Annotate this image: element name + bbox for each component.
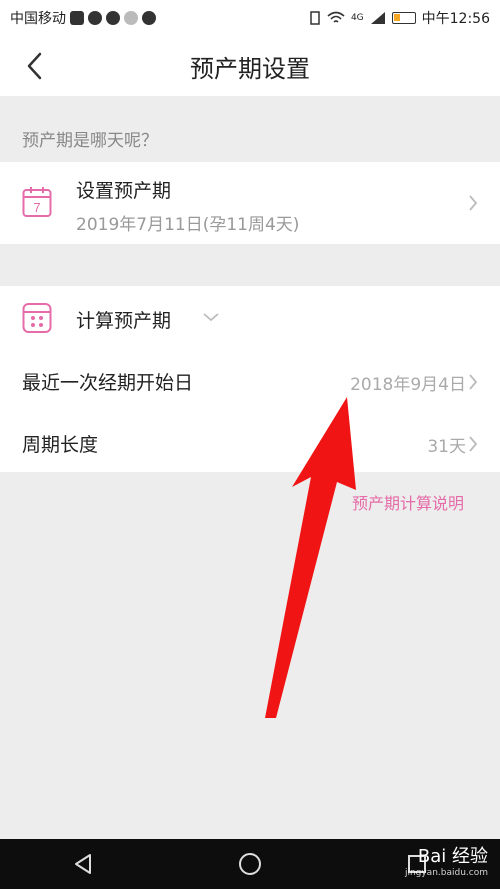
svg-text:7: 7 bbox=[33, 200, 40, 215]
nav-bar: 预产期设置 bbox=[0, 36, 500, 96]
chat-notification-icon bbox=[106, 11, 120, 25]
vibrate-icon bbox=[310, 11, 320, 25]
calculate-due-date-toggle[interactable]: 计算预产期 bbox=[0, 286, 500, 350]
status-bar: 中国移动 4G 中午12:56 bbox=[0, 0, 500, 36]
watermark-brand: Bai 经验 bbox=[417, 846, 488, 867]
watermark-logo: Bai 经验 jingyan.baidu.com bbox=[405, 842, 488, 878]
status-time: 中午12:56 bbox=[421, 11, 490, 27]
last-period-start-value: 2018年9月4日 bbox=[350, 375, 466, 395]
network-type-label: 4G bbox=[350, 13, 364, 23]
cycle-length-label: 周期长度 bbox=[22, 434, 99, 456]
chevron-right-icon bbox=[469, 374, 478, 390]
calendar-grid-icon bbox=[22, 303, 52, 333]
cycle-length-row[interactable]: 周期长度 31天 bbox=[0, 412, 500, 474]
section-question: 预产期是哪天呢？ bbox=[0, 96, 500, 162]
back-button[interactable] bbox=[18, 50, 50, 82]
system-home-button[interactable] bbox=[236, 850, 264, 878]
watermark-site: jingyan.baidu.com bbox=[404, 868, 488, 878]
last-period-start-label: 最近一次经期开始日 bbox=[22, 372, 194, 394]
cycle-length-value: 31天 bbox=[427, 437, 466, 457]
signal-icon bbox=[370, 12, 385, 24]
wifi-icon bbox=[327, 11, 345, 23]
chevron-right-icon bbox=[469, 436, 478, 452]
chevron-right-icon bbox=[469, 195, 478, 211]
triangle-back-icon bbox=[75, 854, 92, 874]
sync-notification-icon bbox=[88, 11, 102, 25]
calculate-due-date-card: 计算预产期 最近一次经期开始日 2018年9月4日 周期长度 31天 bbox=[0, 286, 500, 472]
set-due-date-value: 2019年7月11日(孕11周4天) bbox=[76, 215, 300, 235]
battery-icon bbox=[391, 12, 416, 24]
carrier-label: 中国移动 bbox=[10, 11, 66, 27]
page-title: 预产期设置 bbox=[190, 54, 310, 83]
due-date-explanation-link[interactable]: 预产期计算说明 bbox=[352, 490, 464, 514]
compass-notification-icon bbox=[142, 11, 156, 25]
system-back-button[interactable] bbox=[69, 850, 97, 878]
app-notification-icon-2 bbox=[124, 11, 138, 25]
app-notification-icon bbox=[70, 11, 84, 25]
set-due-date-title: 设置预产期 bbox=[76, 180, 172, 202]
calendar-icon: 7 bbox=[22, 187, 52, 217]
last-period-start-row[interactable]: 最近一次经期开始日 2018年9月4日 bbox=[0, 350, 500, 412]
circle-home-icon bbox=[238, 853, 261, 875]
calculate-due-date-title: 计算预产期 bbox=[76, 310, 172, 332]
set-due-date-row[interactable]: 7 设置预产期 2019年7月11日(孕11周4天) bbox=[0, 162, 500, 244]
chevron-down-icon bbox=[203, 313, 219, 322]
chevron-left-icon bbox=[27, 52, 42, 80]
